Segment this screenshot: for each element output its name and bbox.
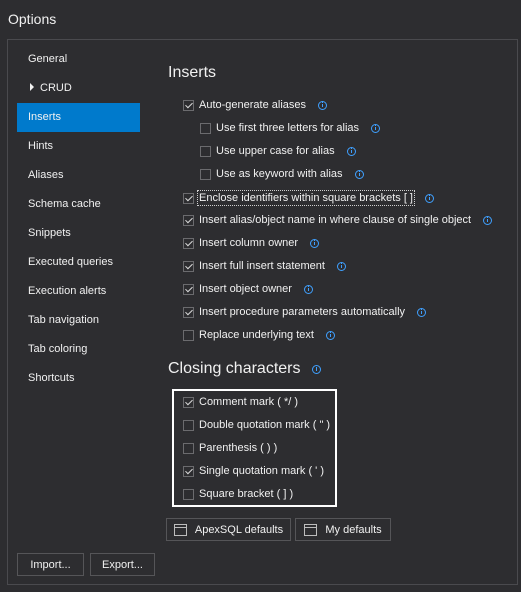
info-icon[interactable] — [483, 215, 493, 225]
option-comment-mark[interactable]: Comment mark ( */ ) — [183, 394, 298, 410]
checkbox[interactable] — [183, 465, 194, 477]
sidebar-item-crud[interactable]: CRUD — [17, 74, 140, 103]
user-settings-icon — [304, 523, 318, 536]
checkbox[interactable] — [183, 306, 194, 318]
settings-icon — [173, 523, 187, 536]
option-single-quotation-mark[interactable]: Single quotation mark ( ' ) — [183, 463, 324, 479]
info-icon[interactable] — [417, 307, 427, 317]
info-icon[interactable] — [346, 146, 356, 156]
info-icon[interactable] — [425, 193, 434, 203]
sidebar-item-tab-navigation[interactable]: Tab navigation — [17, 306, 140, 335]
option-as-keyword-alias[interactable]: Use as keyword with alias — [200, 166, 364, 182]
sidebar-item-inserts[interactable]: Inserts — [17, 103, 140, 132]
import-button[interactable]: Import... — [17, 553, 84, 576]
sidebar-item-execution-alerts[interactable]: Execution alerts — [17, 277, 140, 306]
sidebar-item-executed-queries[interactable]: Executed queries — [17, 248, 140, 277]
info-icon[interactable] — [311, 365, 321, 374]
option-insert-column-owner[interactable]: Insert column owner — [183, 235, 320, 251]
option-auto-generate-aliases[interactable]: Auto-generate aliases — [183, 97, 328, 113]
checkbox[interactable] — [183, 237, 194, 249]
checkbox[interactable] — [183, 488, 194, 500]
info-icon[interactable] — [310, 238, 320, 248]
info-icon[interactable] — [354, 169, 364, 179]
option-replace-underlying-text[interactable]: Replace underlying text — [183, 327, 335, 343]
checkbox[interactable] — [183, 419, 194, 431]
sidebar-item-aliases[interactable]: Aliases — [17, 161, 140, 190]
checkbox[interactable] — [183, 99, 194, 111]
sidebar-item-shortcuts[interactable]: Shortcuts — [17, 364, 140, 393]
option-insert-object-owner[interactable]: Insert object owner — [183, 281, 313, 297]
info-icon[interactable] — [303, 284, 313, 294]
inserts-section-title: Inserts — [168, 64, 217, 81]
option-first-three-letters[interactable]: Use first three letters for alias — [200, 120, 381, 136]
option-double-quotation-mark[interactable]: Double quotation mark ( " ) — [183, 417, 330, 433]
checkbox[interactable] — [183, 442, 194, 454]
option-enclose-identifiers[interactable]: Enclose identifiers within square bracke… — [183, 190, 434, 206]
checkbox[interactable] — [183, 260, 194, 272]
option-square-bracket[interactable]: Square bracket ( ] ) — [183, 486, 293, 502]
checkbox[interactable] — [183, 329, 194, 341]
option-insert-alias-where[interactable]: Insert alias/object name in where clause… — [183, 212, 493, 228]
option-parenthesis[interactable]: Parenthesis ( ) ) — [183, 440, 277, 456]
checkbox[interactable] — [183, 283, 194, 295]
option-upper-case-alias[interactable]: Use upper case for alias — [200, 143, 356, 159]
my-defaults-button[interactable]: My defaults — [295, 518, 391, 541]
sidebar-item-hints[interactable]: Hints — [17, 132, 140, 161]
sidebar-item-snippets[interactable]: Snippets — [17, 219, 140, 248]
option-full-insert-statement[interactable]: Insert full insert statement — [183, 258, 346, 274]
info-icon[interactable] — [371, 123, 381, 133]
info-icon[interactable] — [318, 100, 328, 110]
window-title: Options — [8, 11, 57, 27]
apexsql-defaults-button[interactable]: ApexSQL defaults — [166, 518, 291, 541]
checkbox[interactable] — [200, 145, 211, 157]
info-icon[interactable] — [336, 261, 346, 271]
info-icon[interactable] — [325, 330, 335, 340]
checkbox[interactable] — [183, 214, 194, 226]
checkbox[interactable] — [183, 192, 194, 204]
closing-section-title: Closing characters — [168, 360, 321, 378]
export-button[interactable]: Export... — [90, 553, 155, 576]
checkbox[interactable] — [200, 168, 211, 180]
sidebar-item-schema-cache[interactable]: Schema cache — [17, 190, 140, 219]
sidebar-item-tab-coloring[interactable]: Tab coloring — [17, 335, 140, 364]
option-procedure-parameters[interactable]: Insert procedure parameters automaticall… — [183, 304, 427, 320]
sidebar-nav: General CRUD Inserts Hints Aliases Schem… — [17, 45, 140, 393]
checkbox[interactable] — [200, 122, 211, 134]
checkbox[interactable] — [183, 396, 194, 408]
sidebar-item-general[interactable]: General — [17, 45, 140, 74]
expand-arrow-icon[interactable] — [30, 83, 34, 91]
